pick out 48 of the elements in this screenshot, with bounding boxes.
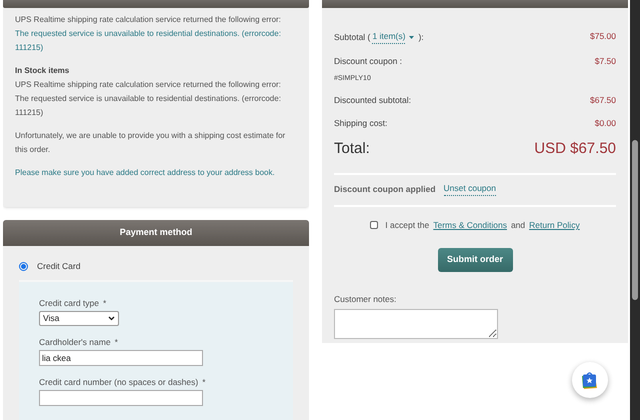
message-text: UPS Realtime shipping rate calculation service returned the following error: bbox=[15, 14, 282, 26]
price-value: $7.50 bbox=[594, 54, 616, 68]
message-text: Please make sure you have added correct address to your address book. bbox=[15, 167, 276, 179]
row-label: ): bbox=[418, 30, 424, 44]
submit-order-button[interactable]: Submit order bbox=[438, 248, 512, 272]
input-field[interactable]: lia ckea bbox=[39, 350, 203, 366]
price-value: $0.00 bbox=[594, 116, 616, 130]
select-value: Visa bbox=[43, 312, 60, 325]
input-field[interactable] bbox=[39, 390, 203, 406]
section-heading: In Stock items bbox=[15, 65, 70, 77]
message-text: Unfortunately, we are unable to provide you with a shipping cost estimate for this order. bbox=[15, 130, 286, 156]
caret-icon[interactable] bbox=[409, 36, 414, 40]
price-value: $75.00 bbox=[590, 30, 616, 43]
required-mark: * bbox=[114, 336, 118, 348]
required-mark: * bbox=[202, 376, 206, 388]
terms-link[interactable]: Terms & Conditions bbox=[433, 219, 507, 232]
message-text: The requested service is unavailable to residential destinations. (errorcode: 111215) bbox=[15, 93, 282, 119]
scrollbar[interactable] bbox=[630, 0, 640, 420]
notes-field[interactable] bbox=[334, 308, 498, 338]
message-text: UPS Realtime shipping rate calculation service returned the following error: bbox=[15, 79, 282, 91]
unset-coupon-link[interactable]: Unset coupon bbox=[444, 182, 496, 196]
row-label: Discounted subtotal: bbox=[334, 94, 412, 107]
required-mark: * bbox=[103, 297, 106, 309]
policy-link[interactable]: Return Policy bbox=[529, 219, 580, 232]
field-label: Credit card type bbox=[39, 297, 99, 309]
price-value: $67.50 bbox=[590, 94, 616, 107]
field-label: Credit card number (no spaces or dashes) bbox=[39, 376, 198, 388]
shopping-bag-button[interactable] bbox=[572, 362, 608, 398]
items-link[interactable]: 1 item(s) bbox=[372, 30, 406, 44]
total-label: Total: bbox=[334, 138, 370, 158]
panel-header: Payment method bbox=[3, 220, 309, 246]
chevron-down-icon bbox=[108, 316, 115, 321]
row-label: Subtotal ( bbox=[334, 30, 370, 44]
terms-text: I accept the bbox=[385, 219, 430, 232]
scrollbar-thumb[interactable] bbox=[632, 140, 638, 300]
radio-option[interactable]: Credit Card bbox=[19, 258, 293, 274]
coupon-status: Discount coupon applied bbox=[334, 182, 436, 196]
notes-label: Customer notes: bbox=[334, 292, 398, 306]
shopping-bag-icon bbox=[581, 370, 599, 390]
terms-text: and bbox=[510, 219, 526, 232]
radio-button[interactable] bbox=[19, 262, 28, 270]
checkbox[interactable] bbox=[370, 221, 378, 230]
row-label: Discount coupon : bbox=[334, 54, 402, 68]
total-value: USD $67.50 bbox=[534, 138, 616, 158]
card-type-select[interactable]: Visa bbox=[39, 311, 119, 326]
row-label: Shipping cost: bbox=[334, 116, 388, 130]
message-text: The requested service is unavailable to residential destinations. (errorcode: 111215) bbox=[15, 28, 282, 54]
field-label: Cardholder's name bbox=[39, 336, 111, 348]
